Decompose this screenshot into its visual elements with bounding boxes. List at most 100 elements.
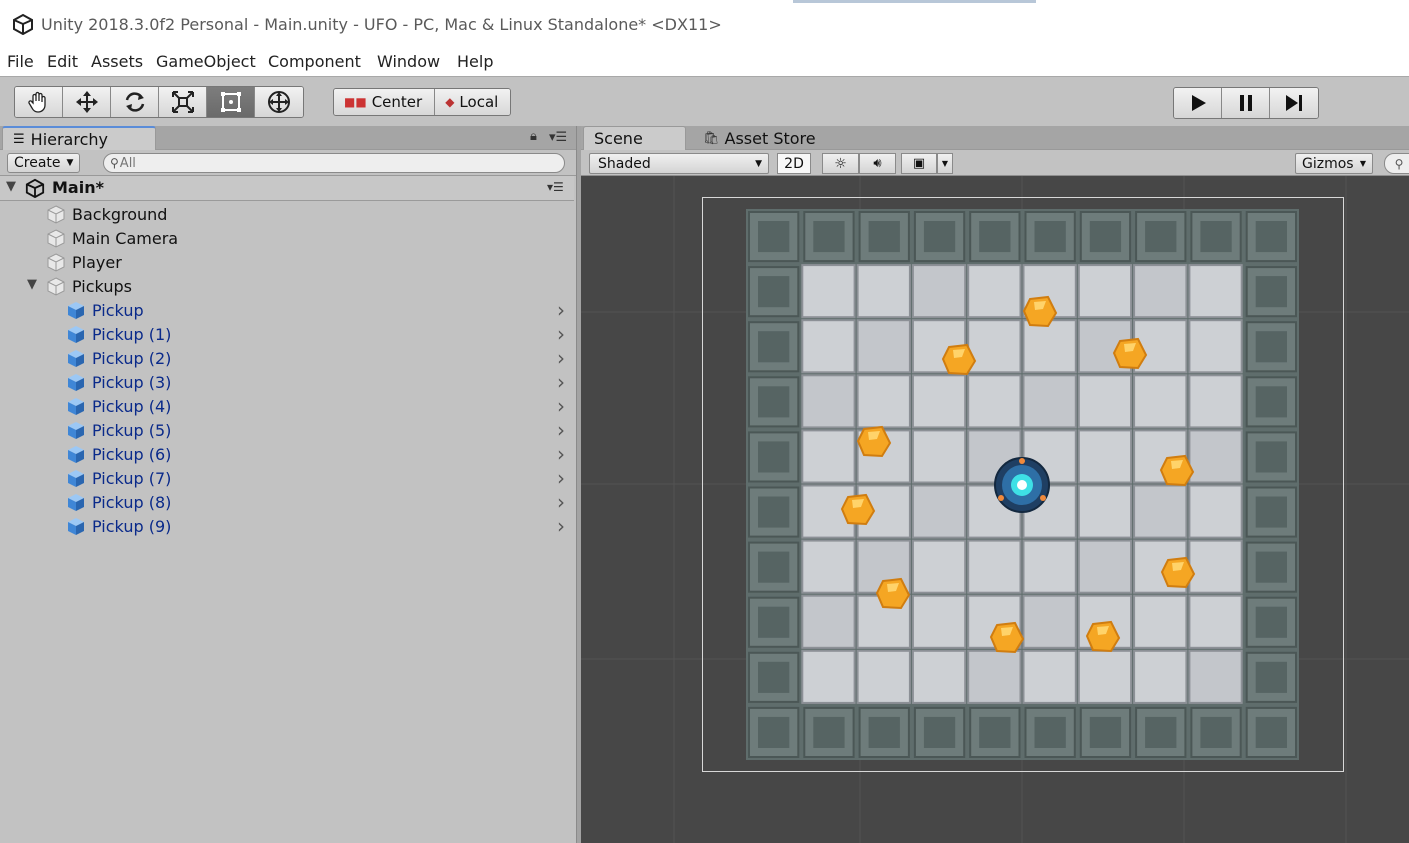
scene-search-input[interactable]: ⚲ <box>1384 153 1409 174</box>
lighting-toggle[interactable]: ☼ <box>822 153 859 174</box>
scale-tool-button[interactable] <box>159 87 207 117</box>
chevron-right-icon[interactable]: › <box>557 492 565 512</box>
floor-tile <box>1133 484 1188 539</box>
tree-item-pickup[interactable]: Pickup (7) <box>66 466 171 490</box>
expand-arrow-icon[interactable]: ▼ <box>6 179 16 194</box>
tree-item-pickup[interactable]: Pickup (2) <box>66 346 171 370</box>
image-icon: ▣ <box>912 156 926 171</box>
tab-scene[interactable]: Scene <box>583 126 686 150</box>
chevron-right-icon[interactable]: › <box>557 300 565 320</box>
tree-item-background[interactable]: Background <box>46 202 167 226</box>
gameobject-cube-icon <box>47 253 65 272</box>
floor-tile <box>1077 539 1133 594</box>
pause-icon <box>1239 95 1252 111</box>
wall-block-inset <box>758 331 790 363</box>
effects-dropdown[interactable]: ▼ <box>937 153 953 174</box>
hierarchy-search-input[interactable]: ⚲ All <box>103 153 565 173</box>
chevron-right-icon[interactable]: › <box>557 372 565 392</box>
floor-tile <box>1188 539 1243 594</box>
pickup-sprite[interactable] <box>1112 337 1148 370</box>
tab-hierarchy[interactable]: ☰ Hierarchy <box>2 126 156 150</box>
scene-menu-icon[interactable]: ▾☰ <box>547 180 564 194</box>
audio-toggle[interactable]: 🔊︎ <box>859 153 896 174</box>
move-tool-icon <box>75 91 98 113</box>
scene-viewport[interactable] <box>581 176 1409 843</box>
wall-block-inset <box>923 221 956 253</box>
tree-item-pickup[interactable]: Pickup (9) <box>66 514 171 538</box>
rotate-tool-button[interactable] <box>111 87 159 117</box>
chevron-down-icon: ▼ <box>755 158 762 169</box>
floor-tile <box>911 374 967 429</box>
tree-item-pickup[interactable]: Pickup (8) <box>66 490 171 514</box>
chevron-right-icon[interactable]: › <box>557 468 565 488</box>
pickup-sprite[interactable] <box>856 425 892 458</box>
chevron-right-icon[interactable]: › <box>557 324 565 344</box>
pause-button[interactable] <box>1222 88 1270 118</box>
tree-item-pickup[interactable]: Pickup (4) <box>66 394 171 418</box>
floor-tile <box>911 429 967 484</box>
floor-tile <box>911 484 967 539</box>
panel-menu-icon[interactable]: ▾☰ <box>549 130 567 145</box>
floor-tile <box>1188 484 1243 539</box>
menu-assets[interactable]: Assets <box>91 52 143 71</box>
pickup-sprite[interactable] <box>1159 454 1195 487</box>
pickup-sprite[interactable] <box>941 343 977 376</box>
effects-toggle[interactable]: ▣ <box>901 153 937 174</box>
tab-asset-store[interactable]: 🛍︎ Asset Store <box>693 126 816 150</box>
tree-item-pickup[interactable]: Pickup (6) <box>66 442 171 466</box>
menu-file[interactable]: File <box>7 52 34 71</box>
floor-tile <box>1077 429 1133 484</box>
wall-block-inset <box>1255 661 1287 693</box>
wall-block-inset <box>813 716 845 748</box>
tree-item-pickup[interactable]: Pickup (1) <box>66 322 171 346</box>
speaker-icon: 🔊︎ <box>873 156 882 171</box>
pickup-sprite[interactable] <box>1085 620 1121 653</box>
gizmos-dropdown[interactable]: Gizmos ▼ <box>1295 153 1373 174</box>
tree-item-main-camera[interactable]: Main Camera <box>46 226 178 250</box>
expand-arrow-icon[interactable]: ▼ <box>27 277 37 292</box>
tree-item-label: Player <box>72 252 122 272</box>
floor-tile <box>1188 649 1243 704</box>
pickup-sprite[interactable] <box>989 621 1025 654</box>
floor-tile <box>967 319 1022 374</box>
floor-tile <box>1133 594 1188 649</box>
wall-block-inset <box>758 661 790 693</box>
rect-tool-button[interactable] <box>207 87 255 117</box>
tree-item-pickups[interactable]: Pickups <box>46 274 132 298</box>
chevron-right-icon[interactable]: › <box>557 516 565 536</box>
scene-header-row[interactable]: ▼ Main* ▾☰ <box>0 176 574 201</box>
pickup-sprite[interactable] <box>840 493 876 526</box>
pickup-sprite[interactable] <box>875 577 911 610</box>
pivot-center-button[interactable]: ■■ Center <box>334 89 436 115</box>
menu-help[interactable]: Help <box>457 52 493 71</box>
transform-tool-button[interactable] <box>255 87 303 117</box>
pickup-sprite[interactable] <box>1022 295 1058 328</box>
menu-edit[interactable]: Edit <box>47 52 78 71</box>
tree-item-player[interactable]: Player <box>46 250 122 274</box>
chevron-right-icon[interactable]: › <box>557 396 565 416</box>
menu-window[interactable]: Window <box>377 52 440 71</box>
chevron-right-icon[interactable]: › <box>557 444 565 464</box>
chevron-right-icon[interactable]: › <box>557 420 565 440</box>
step-button[interactable] <box>1270 88 1318 118</box>
lock-icon[interactable]: 🔒︎ <box>530 129 537 144</box>
menu-component[interactable]: Component <box>268 52 361 71</box>
tree-item-pickup[interactable]: Pickup <box>66 298 144 322</box>
hand-tool-button[interactable] <box>15 87 63 117</box>
create-dropdown[interactable]: Create ▼ <box>7 153 81 173</box>
chevron-right-icon[interactable]: › <box>557 348 565 368</box>
move-tool-button[interactable] <box>63 87 111 117</box>
pivot-local-button[interactable]: ◆ Local <box>435 89 511 115</box>
play-button[interactable] <box>1174 88 1222 118</box>
tree-item-pickup[interactable]: Pickup (3) <box>66 370 171 394</box>
floor-tile <box>801 264 856 319</box>
toggle-2d-button[interactable]: 2D <box>777 153 811 174</box>
player-light-dot <box>1019 458 1025 464</box>
shading-mode-dropdown[interactable]: Shaded ▼ <box>589 153 769 174</box>
floor-tile <box>1133 649 1188 704</box>
menu-gameobject[interactable]: GameObject <box>156 52 256 71</box>
tree-item-label: Pickup (7) <box>92 468 172 488</box>
tree-item-pickup[interactable]: Pickup (5) <box>66 418 171 442</box>
floor-tile <box>801 594 856 649</box>
pickup-sprite[interactable] <box>1160 556 1196 589</box>
